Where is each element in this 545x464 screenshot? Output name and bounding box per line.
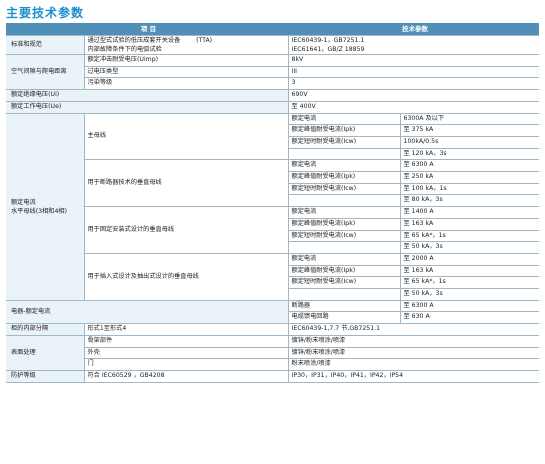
standards-value: IEC60439-1，GB7251.1 IEC61641，GB/Z 18859 bbox=[287, 35, 540, 55]
cell-name: 额定短时耐受电流(Icw) bbox=[287, 136, 401, 149]
cell-name: 额定峰值耐受电流(Ipk) bbox=[287, 171, 401, 184]
cell-value: 至 1400 A bbox=[399, 206, 540, 219]
cell-value: 至 120 kA，3s bbox=[399, 148, 540, 161]
standards-desc2: 内部故障条件下的电弧试验 bbox=[87, 46, 162, 53]
busbar-label-2: 水平母线(3相和4相) bbox=[11, 207, 68, 215]
table-row: 标准和规范 通过型式试验的低压成套开关设备 (TTA) 内部故障条件下的电弧试验… bbox=[6, 35, 540, 55]
cell-value: III bbox=[287, 66, 540, 79]
cell-value: 镀锌/粉末喷涂/喷漆 bbox=[287, 335, 540, 348]
table-row: 用于插入式设计及抽出式设计的垂直母线 额定电流 至 2000 A bbox=[6, 253, 540, 301]
cell-name: 额定峰值耐受电流(Ipk) bbox=[287, 265, 401, 278]
row-label: 表面处理 bbox=[6, 335, 84, 371]
table-header: 项 目 技术参数 bbox=[6, 23, 540, 36]
cell-name: 过电压类型 bbox=[83, 66, 289, 79]
cell-name: 额定冲击耐受电压(Uimp) bbox=[83, 54, 289, 67]
cell-value: 至 630 A bbox=[399, 311, 540, 325]
row-label: 额定绝缘电压(Ui) bbox=[6, 89, 289, 102]
table-row: 额定绝缘电压(Ui) 690V bbox=[6, 89, 540, 102]
row-label: 电器-额定电流 bbox=[6, 300, 289, 325]
cell-name: 额定峰值耐受电流(Ipk) bbox=[287, 124, 401, 137]
cell-name: 额定电流 bbox=[287, 206, 401, 219]
cell-value: 粉末喷涂/喷漆 bbox=[287, 358, 540, 371]
table-row: 额定电流 水平母线(3相和4相) 主母线 额定电流 6300A 及以下 bbox=[6, 113, 540, 301]
cell-name: 额定电流 bbox=[287, 159, 401, 173]
cell-value: 至 65 kA*，1s bbox=[399, 276, 540, 290]
cell-name: 外壳 bbox=[83, 347, 289, 360]
cell-name: 断路器 bbox=[287, 300, 401, 313]
cell-name bbox=[287, 148, 401, 161]
table-row: 门 粉末喷涂/喷漆 bbox=[6, 358, 540, 371]
cell-name: 形式1至形式4 bbox=[83, 323, 289, 336]
cell-name bbox=[287, 194, 401, 208]
cell-value: 镀锌/粉末喷涂/喷漆 bbox=[287, 347, 540, 360]
cell-value: 至 6300 A bbox=[399, 159, 540, 173]
cell-value: 至 65 kA*，1s bbox=[399, 230, 540, 243]
standards-desc1b: (TTA) bbox=[196, 37, 213, 44]
cell-value: 8kV bbox=[287, 54, 540, 67]
cell-value: 至 80 kA，3s bbox=[399, 194, 540, 208]
cell-name: 骨架部件 bbox=[83, 335, 289, 348]
cell-value: 至 50 kA，3s bbox=[399, 241, 540, 254]
cell-value: 至 375 kA bbox=[399, 124, 540, 137]
spec-page: 主要技术参数 项 目 技术参数 标准和规范 通过型式试验的低压成套开关设备 (T… bbox=[0, 0, 545, 464]
table-row: 用于断路器技术的垂直母线 额定电流 至 6300 A bbox=[6, 159, 540, 208]
row-label: 空气间隙与爬电距离 bbox=[6, 54, 84, 91]
table-row: 额定工作电压(Ue) 至 400V bbox=[6, 101, 540, 114]
table-row: 柜的内部分隔 形式1至形式4 IEC60439-1,7.7 节,GB7251.1 bbox=[6, 323, 540, 336]
cell-name: 符合 IEC60529 ，GB4208 bbox=[83, 370, 289, 383]
cell-name bbox=[287, 288, 401, 301]
busbar-breaker-name: 用于断路器技术的垂直母线 bbox=[83, 159, 289, 208]
cell-name: 电缆馈电回路 bbox=[287, 311, 401, 325]
cell-value: 至 6300 A bbox=[399, 300, 540, 313]
spec-table: 项 目 技术参数 标准和规范 通过型式试验的低压成套开关设备 (TTA) 内部故… bbox=[6, 23, 540, 383]
page-title: 主要技术参数 bbox=[6, 6, 85, 20]
cell-value: IEC60439-1,7.7 节,GB7251.1 bbox=[287, 323, 540, 336]
busbar-label-1: 额定电流 bbox=[11, 198, 36, 206]
cell-name: 额定电流 bbox=[287, 253, 401, 266]
cell-value: 至 400V bbox=[287, 101, 540, 114]
cell-name: 额定短时耐受电流(Icw) bbox=[287, 183, 401, 196]
cell-name: 污染等级 bbox=[83, 77, 289, 91]
cell-value: 690V bbox=[287, 89, 540, 102]
cell-name: 额定短时耐受电流(Icw) bbox=[287, 230, 401, 243]
row-label: 柜的内部分隔 bbox=[6, 323, 84, 336]
cell-value: 100kA/0.5s bbox=[399, 136, 540, 149]
header-item: 项 目 bbox=[6, 23, 289, 36]
row-label: 标准和规范 bbox=[6, 35, 84, 55]
standards-desc: 通过型式试验的低压成套开关设备 (TTA) 内部故障条件下的电弧试验 bbox=[83, 35, 289, 55]
cell-value: 至 163 kA bbox=[399, 218, 540, 231]
table-row: 电器-额定电流 断路器 至 6300 A bbox=[6, 300, 540, 325]
cell-name: 额定短时耐受电流(Icw) bbox=[287, 276, 401, 290]
table-row: 用于固定安装式设计的垂直母线 额定电流 至 1400 A bbox=[6, 206, 540, 254]
busbar-plugin-name: 用于插入式设计及抽出式设计的垂直母线 bbox=[83, 253, 289, 301]
table-row: 过电压类型 III bbox=[6, 66, 540, 79]
cell-value: 3 bbox=[287, 77, 540, 91]
busbar-label: 额定电流 水平母线(3相和4相) bbox=[6, 113, 84, 301]
standards-val2: IEC61641，GB/Z 18859 bbox=[291, 46, 365, 53]
cell-name: 额定峰值耐受电流(Ipk) bbox=[287, 218, 401, 231]
standards-desc1: 通过型式试验的低压成套开关设备 bbox=[87, 37, 181, 44]
standards-val1: IEC60439-1，GB7251.1 bbox=[291, 37, 365, 44]
cell-value: 至 250 kA bbox=[399, 171, 540, 184]
cell-name: 门 bbox=[83, 358, 289, 371]
cell-value: 至 2000 A bbox=[399, 253, 540, 266]
table-row: 表面处理 骨架部件 镀锌/粉末喷涂/喷漆 bbox=[6, 335, 540, 371]
cell-value: IP30，IP31，IP40，IP41，IP42，IP54 bbox=[287, 370, 540, 383]
cell-value: 至 163 kA bbox=[399, 265, 540, 278]
table-row: 污染等级 3 bbox=[6, 77, 540, 91]
row-label: 额定工作电压(Ue) bbox=[6, 101, 289, 114]
cell-value: 至 50 kA，3s bbox=[399, 288, 540, 301]
cell-name bbox=[287, 241, 401, 254]
row-label: 防护等级 bbox=[6, 370, 84, 383]
cell-value: 6300A 及以下 bbox=[399, 113, 540, 126]
table-row: 防护等级 符合 IEC60529 ，GB4208 IP30，IP31，IP40，… bbox=[6, 370, 540, 383]
table-row: 空气间隙与爬电距离 额定冲击耐受电压(Uimp) 8kV bbox=[6, 54, 540, 91]
header-params: 技术参数 bbox=[288, 23, 540, 36]
cell-value: 至 100 kA，1s bbox=[399, 183, 540, 196]
table-row: 外壳 镀锌/粉末喷涂/喷漆 bbox=[6, 347, 540, 360]
busbar-fixed-name: 用于固定安装式设计的垂直母线 bbox=[83, 206, 289, 254]
cell-name: 额定电流 bbox=[287, 113, 401, 126]
busbar-main-name: 主母线 bbox=[83, 113, 289, 161]
